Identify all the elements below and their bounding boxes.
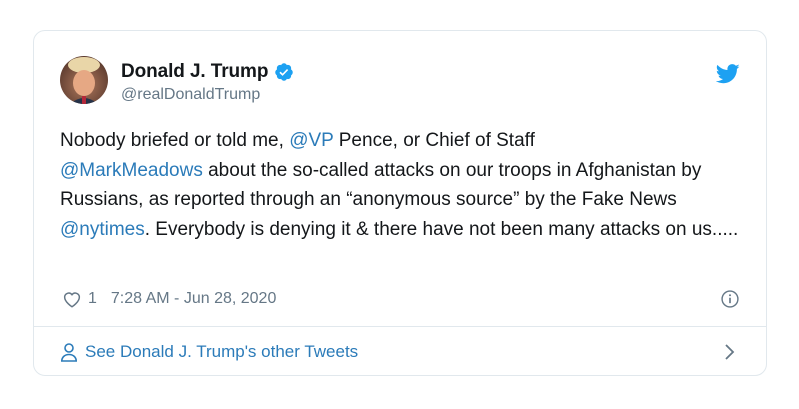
verified-badge-icon: [275, 63, 294, 81]
see-other-tweets-link[interactable]: See Donald J. Trump's other Tweets: [60, 327, 740, 375]
mention-link-markmeadows[interactable]: @MarkMeadows: [60, 160, 203, 181]
tweet-meta: 1 7:28 AM - Jun 28, 2020: [62, 288, 740, 310]
like-count[interactable]: 1: [88, 290, 97, 308]
tweet-text: Nobody briefed or told me, @VP Pence, or…: [60, 126, 750, 244]
tweet-card: Donald J. Trump @realDonaldTrump Nobody …: [33, 30, 767, 376]
person-icon: [60, 343, 78, 362]
chevron-right-icon[interactable]: [724, 342, 736, 362]
author-display-name[interactable]: Donald J. Trump: [121, 61, 268, 83]
tweet-text-segment: Nobody briefed or told me,: [60, 130, 290, 151]
author-handle[interactable]: @realDonaldTrump: [121, 86, 294, 104]
mention-link-vp[interactable]: @VP: [289, 130, 333, 151]
author-names: Donald J. Trump @realDonaldTrump: [121, 61, 294, 104]
see-other-tweets-label[interactable]: See Donald J. Trump's other Tweets: [85, 342, 358, 362]
avatar[interactable]: [60, 56, 108, 104]
tweet-text-segment: . Everybody is denying it & there have n…: [144, 218, 739, 240]
info-icon[interactable]: [720, 289, 740, 309]
tweet-header: Donald J. Trump @realDonaldTrump: [60, 56, 740, 108]
mention-link-nytimes[interactable]: @nytimes: [60, 219, 145, 240]
heart-icon[interactable]: [62, 290, 82, 308]
tweet-text-segment: Pence, or Chief of Staff: [333, 130, 535, 151]
tweet-timestamp[interactable]: 7:28 AM - Jun 28, 2020: [111, 290, 276, 308]
twitter-bird-icon[interactable]: [716, 64, 740, 84]
